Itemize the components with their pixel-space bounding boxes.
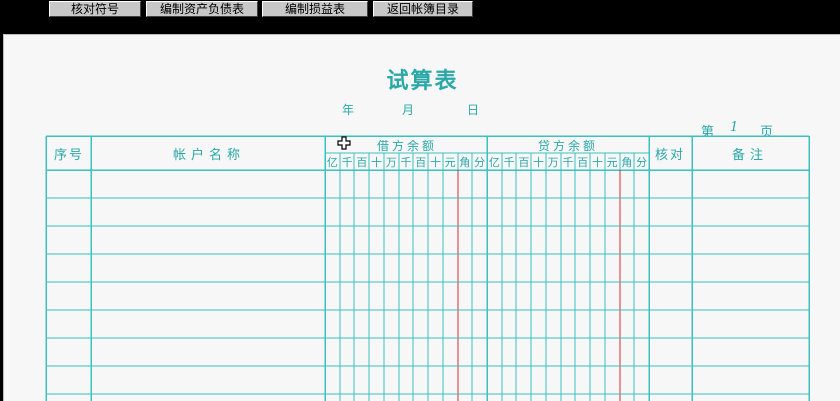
header-seq: 序号 [54, 148, 84, 163]
debit-unit-label: 元 [445, 156, 456, 169]
credit-unit-label: 百 [518, 156, 529, 169]
debit-unit-label: 万 [386, 156, 397, 169]
credit-unit-label: 元 [607, 156, 618, 169]
debit-unit-label: 百 [415, 156, 426, 169]
debit-unit-label: 亿 [327, 156, 338, 169]
debit-unit-label: 百 [356, 156, 367, 169]
credit-unit-label: 分 [636, 156, 647, 169]
credit-unit-label: 亿 [489, 156, 500, 169]
return-ledger-directory-button[interactable]: 返回帐簿目录 [373, 1, 473, 17]
credit-unit-label: 万 [548, 156, 559, 169]
compile-balance-sheet-button[interactable]: 编制资产负债表 [146, 1, 258, 17]
credit-unit-label: 十 [592, 155, 603, 169]
header-remark: 备注 [732, 147, 768, 163]
compile-income-statement-button[interactable]: 编制损益表 [262, 1, 368, 17]
table-gridlines [45, 135, 810, 401]
debit-unit-label: 分 [474, 156, 485, 169]
trial-balance-sheet: 试算表 年 月 日 第 1 页 序号 帐户名称 借方余额 贷方余额 核对 备注 … [3, 34, 840, 401]
credit-unit-label: 百 [577, 156, 588, 169]
credit-unit-label: 千 [563, 156, 574, 169]
header-debit-balance: 借方余额 [377, 138, 437, 153]
header-account-name: 帐户名称 [173, 147, 245, 163]
credit-unit-label: 千 [504, 156, 515, 169]
debit-unit-label: 千 [342, 156, 353, 169]
header-credit-balance: 贷方余额 [538, 138, 598, 153]
debit-unit-label: 十 [430, 155, 441, 169]
header-check: 核对 [655, 148, 685, 163]
credit-unit-label: 角 [621, 156, 632, 169]
trial-balance-table: 序号 帐户名称 借方余额 贷方余额 核对 备注 亿千百十万千百十元角分亿千百十万… [45, 135, 810, 401]
debit-unit-label: 角 [459, 156, 470, 169]
debit-unit-label: 十 [371, 155, 382, 169]
move-cursor-icon [337, 136, 351, 150]
debit-unit-label: 千 [401, 156, 412, 169]
credit-unit-label: 十 [533, 155, 544, 169]
verify-symbols-button[interactable]: 核对符号 [49, 1, 141, 17]
toolbar: 核对符号 编制资产负债表 编制损益表 返回帐簿目录 [0, 0, 840, 18]
